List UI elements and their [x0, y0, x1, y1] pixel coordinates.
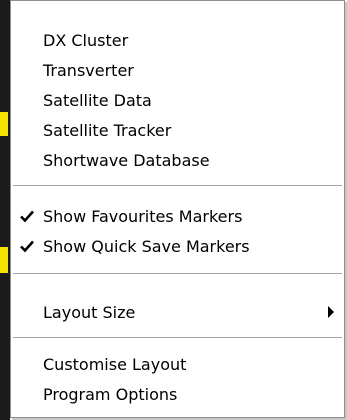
- menu-item-label: Transverter: [43, 60, 134, 80]
- context-menu: DX Cluster Transverter Satellite Data Sa…: [10, 0, 345, 418]
- menu-item-label: Program Options: [43, 384, 178, 404]
- menu-item-customise-layout[interactable]: Customise Layout: [11, 349, 344, 379]
- menu-separator: [13, 337, 342, 339]
- menu-item-label: DX Cluster: [43, 30, 129, 50]
- menu-separator: [13, 273, 342, 275]
- submenu-arrow-icon: [328, 306, 334, 318]
- menu-item-shortwave-database[interactable]: Shortwave Database: [11, 145, 344, 175]
- menu-item-label: Customise Layout: [43, 354, 187, 374]
- checkmark-icon: [19, 238, 35, 254]
- menu-item-label: Show Quick Save Markers: [43, 236, 250, 256]
- menu-item-show-favourites-markers[interactable]: Show Favourites Markers: [11, 201, 344, 231]
- background-indicator: [0, 247, 8, 273]
- background-window-edge: [0, 0, 10, 420]
- menu-item-satellite-data[interactable]: Satellite Data: [11, 85, 344, 115]
- menu-item-label: Satellite Data: [43, 90, 152, 110]
- menu-item-label: Shortwave Database: [43, 150, 210, 170]
- menu-item-label: Satellite Tracker: [43, 120, 172, 140]
- menu-item-show-quick-save-markers[interactable]: Show Quick Save Markers: [11, 231, 344, 261]
- menu-item-program-options[interactable]: Program Options: [11, 379, 344, 409]
- checkmark-icon: [19, 208, 35, 224]
- menu-separator: [13, 185, 342, 187]
- background-indicator: [0, 112, 8, 136]
- menu-item-satellite-tracker[interactable]: Satellite Tracker: [11, 115, 344, 145]
- menu-item-label: Layout Size: [43, 302, 136, 322]
- menu-item-transverter[interactable]: Transverter: [11, 55, 344, 85]
- menu-item-layout-size[interactable]: Layout Size: [11, 297, 344, 327]
- menu-item-dx-cluster[interactable]: DX Cluster: [11, 25, 344, 55]
- menu-item-label: Show Favourites Markers: [43, 206, 243, 226]
